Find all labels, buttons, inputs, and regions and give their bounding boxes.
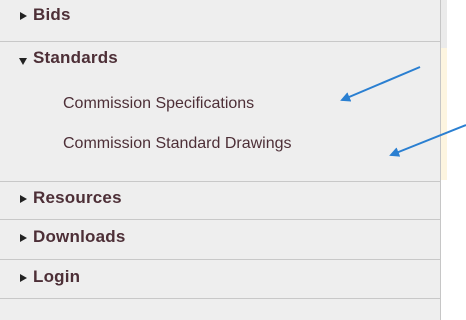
menu-item-row: Downloads: [0, 220, 440, 258]
submenu-link-commission-specifications[interactable]: Commission Specifications: [63, 95, 254, 113]
triangle-right-icon: [20, 274, 27, 282]
page-edge-content: [441, 48, 447, 180]
triangle-right-icon: [20, 195, 27, 203]
menu-item-standards[interactable]: Standards Commission Specifications Comm…: [0, 42, 440, 182]
menu-item-resources[interactable]: Resources: [0, 182, 440, 220]
menu-item-label: Resources: [33, 188, 122, 207]
menu-item-label: Bids: [33, 5, 71, 24]
submenu-link-commission-standard-drawings[interactable]: Commission Standard Drawings: [63, 135, 292, 153]
menu-item-row: Resources: [0, 182, 440, 220]
page-edge-top: [441, 0, 447, 48]
screenshot-stage: Bids Standards Commission Specifications…: [0, 0, 466, 320]
menu-bottom-band: [0, 299, 440, 320]
menu-item-label: Standards: [33, 48, 118, 67]
triangle-right-icon: [20, 234, 27, 242]
page-edge: [441, 0, 466, 320]
menu-item-label: Downloads: [33, 227, 126, 246]
menu-item-downloads[interactable]: Downloads: [0, 220, 440, 260]
menu-item-row: Bids: [0, 0, 440, 32]
menu-item-login[interactable]: Login: [0, 260, 440, 299]
menu-item-label: Login: [33, 267, 81, 286]
menu-item-row: Standards: [0, 42, 440, 80]
triangle-down-icon: [19, 58, 27, 65]
side-menu: Bids Standards Commission Specifications…: [0, 0, 441, 320]
menu-item-bids[interactable]: Bids: [0, 0, 440, 42]
triangle-right-icon: [20, 12, 27, 20]
menu-item-row: Login: [0, 260, 440, 298]
